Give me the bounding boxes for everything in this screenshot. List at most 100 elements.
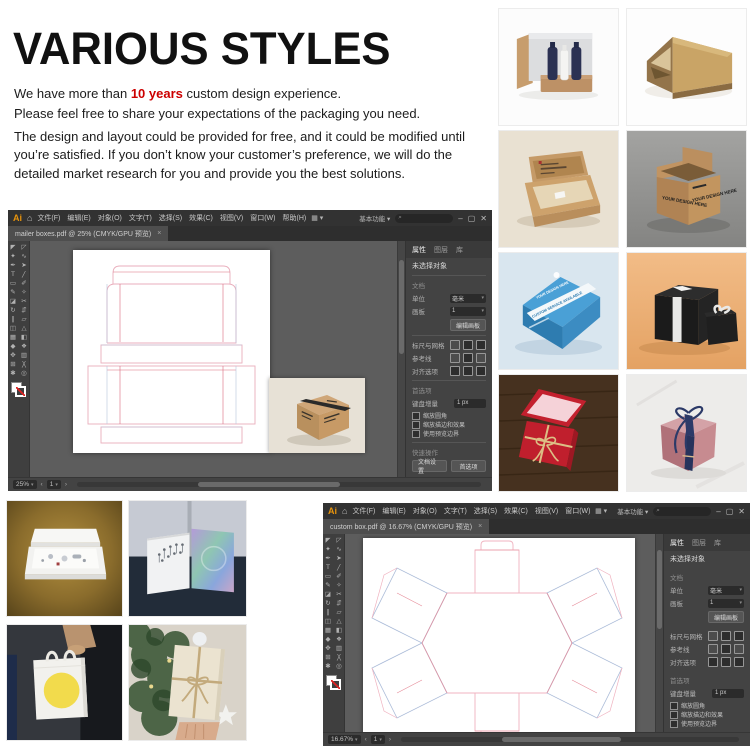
menu-item[interactable]: 文件(F) [352, 506, 375, 516]
scale-tool-icon[interactable]: ⇵ [20, 307, 29, 315]
artboard-tool-icon[interactable]: ⊞ [9, 361, 18, 369]
paintbrush-tool-icon[interactable]: ✐ [20, 280, 29, 288]
shape-builder-tool-icon[interactable]: ◫ [9, 325, 18, 333]
tab-libraries[interactable]: 库 [714, 538, 721, 548]
show-guides-icon[interactable] [708, 644, 718, 654]
artboard-number-select[interactable]: 1 ▾ [46, 480, 61, 489]
artboard-tool-icon[interactable]: ⊞ [324, 654, 333, 662]
vertical-scrollbar[interactable] [397, 241, 405, 477]
slice-tool-icon[interactable]: ╳ [20, 361, 29, 369]
prev-artboard-icon[interactable]: ‹ [41, 481, 43, 488]
canvas[interactable] [345, 534, 655, 732]
snap-grid-icon[interactable] [450, 366, 460, 376]
blend-tool-icon[interactable]: ❖ [20, 343, 29, 351]
preference-checkbox[interactable]: 缩放圆角 [412, 411, 486, 420]
eyedropper-tool-icon[interactable]: ◆ [9, 343, 18, 351]
menu-item[interactable]: 对象(O) [98, 213, 122, 223]
line-segment-tool-icon[interactable]: ╱ [20, 271, 29, 279]
menu-item[interactable]: 选择(S) [159, 213, 182, 223]
gradient-tool-icon[interactable]: ◧ [20, 334, 29, 342]
ruler-icon[interactable] [708, 631, 718, 641]
mesh-tool-icon[interactable]: ▦ [9, 334, 18, 342]
minimize-button[interactable]: – [716, 507, 720, 516]
column-graph-tool-icon[interactable]: ▥ [335, 645, 344, 653]
smart-guides-icon[interactable] [734, 644, 744, 654]
preferences-button[interactable]: 首选项 [451, 460, 486, 472]
free-transform-tool-icon[interactable]: ▱ [20, 316, 29, 324]
menu-item[interactable]: 帮助(H) [282, 213, 306, 223]
home-icon[interactable]: ⌂ [342, 506, 347, 516]
illustrator-logo-icon[interactable]: Ai [13, 213, 22, 223]
illustrator-logo-icon[interactable]: Ai [328, 506, 337, 516]
minimize-button[interactable]: – [458, 214, 462, 223]
perspective-grid-tool-icon[interactable]: △ [335, 618, 344, 626]
gradient-tool-icon[interactable]: ◧ [335, 627, 344, 635]
preference-checkbox[interactable]: 缩放描边和效果 [670, 710, 744, 719]
preference-checkbox[interactable]: 缩放圆角 [670, 701, 744, 710]
tab-properties[interactable]: 属性 [412, 245, 426, 255]
scissors-tool-icon[interactable]: ✂ [335, 591, 344, 599]
zoom-tool-icon[interactable]: ◎ [335, 663, 344, 671]
direct-selection-tool-icon[interactable]: ◸ [20, 244, 29, 252]
artboard-number-select[interactable]: 1 ▾ [370, 735, 385, 744]
symbol-sprayer-tool-icon[interactable]: ✥ [324, 645, 333, 653]
stroke-color-swatch[interactable] [15, 386, 26, 397]
stroke-color-swatch[interactable] [330, 679, 341, 690]
document-tab[interactable]: custom box.pdf @ 16.67% (CMYK/GPU 预览) × [323, 519, 490, 534]
preference-checkbox[interactable]: 缩放描边和效果 [412, 420, 486, 429]
type-tool-icon[interactable]: T [9, 271, 18, 279]
snap-point-icon[interactable] [734, 657, 744, 667]
zoom-level-select[interactable]: 25% ▾ [13, 480, 37, 489]
width-tool-icon[interactable]: ∥ [9, 316, 18, 324]
maximize-button[interactable]: ▢ [468, 214, 476, 223]
menu-item[interactable]: 文字(T) [444, 506, 467, 516]
horizontal-scrollbar[interactable] [401, 737, 739, 742]
close-button[interactable]: ✕ [738, 507, 745, 516]
free-transform-tool-icon[interactable]: ▱ [335, 609, 344, 617]
workspace-switcher[interactable]: 基本功能 ▾ [359, 213, 390, 223]
preference-checkbox[interactable]: 使用预览边界 [670, 719, 744, 728]
shape-builder-tool-icon[interactable]: ◫ [324, 618, 333, 626]
menu-item[interactable]: 窗口(W) [565, 506, 590, 516]
keyboard-increment-input[interactable]: 1 px [454, 398, 486, 408]
grid-icon[interactable] [721, 631, 731, 641]
symbol-sprayer-tool-icon[interactable]: ✥ [9, 352, 18, 360]
menu-item[interactable]: 对象(O) [413, 506, 437, 516]
artboard-dropdown[interactable]: 1 ▾ [708, 598, 744, 608]
menu-item[interactable]: 效果(C) [189, 213, 213, 223]
units-dropdown[interactable]: 毫米 ▾ [708, 585, 744, 595]
tab-layers[interactable]: 图层 [692, 538, 706, 548]
search-input[interactable]: ⌕ [395, 213, 454, 223]
pen-tool-icon[interactable]: ✒ [9, 262, 18, 270]
show-guides-icon[interactable] [450, 353, 460, 363]
edit-artboards-button[interactable]: 编辑画板 [707, 611, 744, 623]
lasso-tool-icon[interactable]: ∿ [20, 253, 29, 261]
home-icon[interactable]: ⌂ [27, 213, 32, 223]
lock-guides-icon[interactable] [721, 644, 731, 654]
ruler-icon[interactable] [450, 340, 460, 350]
zoom-level-select[interactable]: 16.67% ▾ [328, 735, 361, 744]
rotate-tool-icon[interactable]: ↻ [9, 307, 18, 315]
lock-guides-icon[interactable] [463, 353, 473, 363]
document-setup-button[interactable]: 文档设置 [412, 460, 447, 475]
preference-checkbox[interactable]: 使用预览边界 [412, 429, 486, 438]
blend-tool-icon[interactable]: ❖ [335, 636, 344, 644]
line-segment-tool-icon[interactable]: ╱ [335, 564, 344, 572]
magic-wand-tool-icon[interactable]: ✦ [324, 546, 333, 554]
maximize-button[interactable]: ▢ [726, 507, 734, 516]
pencil-tool-icon[interactable]: ✎ [9, 289, 18, 297]
tab-properties[interactable]: 属性 [670, 538, 684, 548]
search-input[interactable]: ⌕ [653, 506, 712, 516]
smart-guides-icon[interactable] [476, 353, 486, 363]
snap-point-icon[interactable] [476, 366, 486, 376]
artboard-dropdown[interactable]: 1 ▾ [450, 306, 486, 316]
direct-selection-tool-icon[interactable]: ◸ [335, 537, 344, 545]
snap-pixel-icon[interactable] [721, 657, 731, 667]
arrange-documents-icon[interactable]: ▦ ▾ [311, 214, 323, 222]
column-graph-tool-icon[interactable]: ▥ [20, 352, 29, 360]
pen-tool-icon[interactable]: ✒ [324, 555, 333, 563]
pencil-tool-icon[interactable]: ✎ [324, 582, 333, 590]
units-dropdown[interactable]: 毫米 ▾ [450, 293, 486, 303]
menu-item[interactable]: 视图(V) [535, 506, 558, 516]
slice-tool-icon[interactable]: ╳ [335, 654, 344, 662]
